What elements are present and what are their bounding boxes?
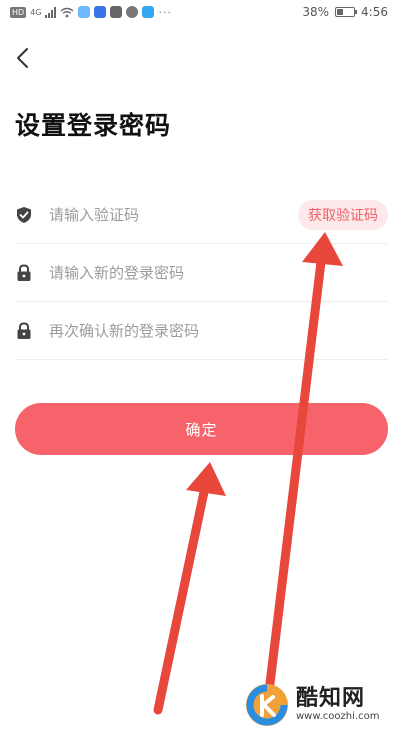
more-notifications-icon: ··· [158,5,172,19]
get-code-button[interactable]: 获取验证码 [298,200,388,230]
status-left: HD 4G ··· [10,6,172,19]
battery-icon [335,7,358,17]
annotation-arrow-to-confirm [153,462,226,715]
watermark-brand: 酷知网 [296,686,366,711]
status-right: 38% 4:56 [302,5,388,19]
new-password-row [15,244,388,302]
clock: 4:56 [361,5,388,19]
confirm-password-row [15,302,388,360]
network-type: 4G [30,7,42,17]
watermark-url: www.coozhi.com [296,711,380,722]
coozhi-logo-icon [246,684,288,726]
search-app-icon [142,6,155,18]
password-form: 获取验证码 [15,186,388,360]
battery-level [337,9,344,15]
message-icon [110,6,123,18]
watermark: 酷知网 www.coozhi.com [244,682,379,728]
status-bar: HD 4G ··· 38% 4:56 [0,0,402,24]
hd-badge: HD [10,6,27,18]
new-password-input[interactable] [49,263,388,282]
app-notification-icon [78,6,91,18]
shield-app-icon [94,6,107,18]
verification-code-row: 获取验证码 [15,186,388,244]
chevron-left-icon [17,48,28,68]
lock-icon [15,263,33,282]
battery-percent: 38% [302,5,330,19]
watermark-text: 酷知网 www.coozhi.com [296,687,379,723]
heart-app-icon [126,6,139,18]
confirm-button[interactable]: 确定 [15,403,388,455]
back-button[interactable] [8,42,36,74]
wifi-icon [61,7,74,17]
signal-icon [45,6,57,18]
shield-check-icon [15,206,33,224]
lock-icon [15,321,33,340]
confirm-password-input[interactable] [49,321,388,340]
page-title: 设置登录密码 [15,111,172,140]
